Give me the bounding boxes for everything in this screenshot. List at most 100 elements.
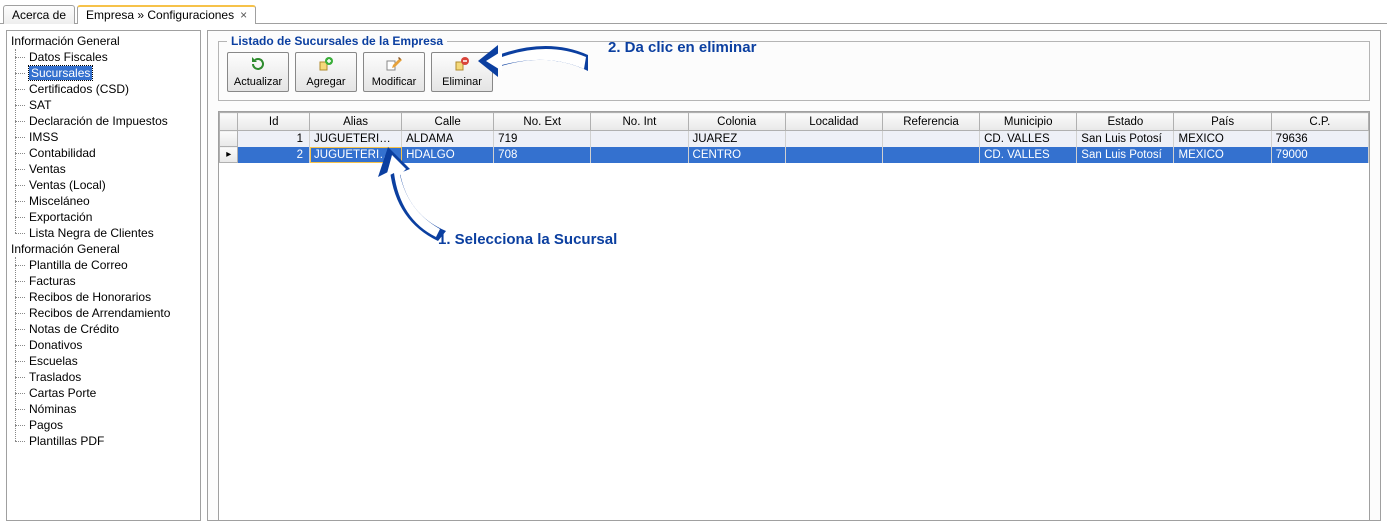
button-label: Eliminar (442, 76, 482, 88)
cell-pais[interactable]: MEXICO (1174, 147, 1271, 163)
cell-estado[interactable]: San Luis Potosí (1077, 147, 1174, 163)
col-header-estado[interactable]: Estado (1077, 113, 1174, 131)
cell-id[interactable]: 2 (238, 147, 310, 163)
col-header-municipio[interactable]: Municipio (980, 113, 1077, 131)
close-icon[interactable]: × (240, 8, 247, 22)
col-header-pa-s[interactable]: País (1174, 113, 1271, 131)
cell-calle[interactable]: ALDAMA (402, 131, 494, 147)
cell-id[interactable]: 1 (238, 131, 310, 147)
sidebar-item-sucursales[interactable]: Sucursales (7, 65, 200, 81)
sidebar-item-ventas-local-[interactable]: Ventas (Local) (7, 177, 200, 193)
cell-colonia[interactable]: JUAREZ (688, 131, 785, 147)
col-header-c-p-[interactable]: C.P. (1271, 113, 1368, 131)
sidebar-item-label: Recibos de Arrendamiento (29, 306, 170, 320)
col-header-colonia[interactable]: Colonia (688, 113, 785, 131)
col-header-referencia[interactable]: Referencia (882, 113, 979, 131)
sidebar-item-label: Traslados (29, 370, 81, 384)
sidebar-item-label: Donativos (29, 338, 82, 352)
sidebar-item-plantilla-de-correo[interactable]: Plantilla de Correo (7, 257, 200, 273)
sidebar-item-recibos-de-arrendamiento[interactable]: Recibos de Arrendamiento (7, 305, 200, 321)
col-header-localidad[interactable]: Localidad (785, 113, 882, 131)
col-header-no-ext[interactable]: No. Ext (494, 113, 591, 131)
sidebar-item-lista-negra-de-clientes[interactable]: Lista Negra de Clientes (7, 225, 200, 241)
cell-pais[interactable]: MEXICO (1174, 131, 1271, 147)
sidebar-item-donativos[interactable]: Donativos (7, 337, 200, 353)
sidebar-item-cartas-porte[interactable]: Cartas Porte (7, 385, 200, 401)
sidebar-item-label: Recibos de Honorarios (29, 290, 151, 304)
delete-icon (454, 56, 470, 75)
sidebar-item-exportaci-n[interactable]: Exportación (7, 209, 200, 225)
sidebar-item-imss[interactable]: IMSS (7, 129, 200, 145)
sidebar-item-n-minas[interactable]: Nóminas (7, 401, 200, 417)
sidebar-item-label: Plantilla de Correo (29, 258, 128, 272)
edit-button[interactable]: Modificar (363, 52, 425, 92)
cell-municipio[interactable]: CD. VALLES (980, 147, 1077, 163)
table-row[interactable]: 1JUGUETERIA LA...ALDAMA719 JUAREZ CD. VALL… (220, 131, 1369, 147)
group-title: Listado de Sucursales de la Empresa (227, 34, 447, 48)
cell-referencia[interactable] (882, 147, 979, 163)
sidebar-item-label: Datos Fiscales (29, 50, 108, 64)
sidebar-item-pagos[interactable]: Pagos (7, 417, 200, 433)
edit-icon (386, 56, 402, 75)
cell-cp[interactable]: 79636 (1271, 131, 1368, 147)
cell-referencia[interactable] (882, 131, 979, 147)
cell-noext[interactable]: 719 (494, 131, 591, 147)
sidebar-item-miscel-neo[interactable]: Misceláneo (7, 193, 200, 209)
table-row[interactable]: 2JUGUETERIA LA...HDALGO708 CENTRO CD. VALL… (220, 147, 1369, 163)
cell-colonia[interactable]: CENTRO (688, 147, 785, 163)
cell-calle[interactable]: HDALGO (402, 147, 494, 163)
sidebar-item-escuelas[interactable]: Escuelas (7, 353, 200, 369)
cell-estado[interactable]: San Luis Potosí (1077, 131, 1174, 147)
row-header-corner (220, 113, 238, 131)
sidebar-item-label: SAT (29, 98, 51, 112)
delete-button[interactable]: Eliminar (431, 52, 493, 92)
sidebar-item-facturas[interactable]: Facturas (7, 273, 200, 289)
cell-cp[interactable]: 79000 (1271, 147, 1368, 163)
sidebar-item-recibos-de-honorarios[interactable]: Recibos de Honorarios (7, 289, 200, 305)
tree-group-label[interactable]: Información General (7, 241, 200, 257)
sidebar-item-label: Misceláneo (29, 194, 90, 208)
cell-noext[interactable]: 708 (494, 147, 591, 163)
tab-empresa-configuraciones[interactable]: Empresa » Configuraciones × (77, 5, 256, 24)
groupbox-sucursales: Listado de Sucursales de la Empresa Actu… (218, 41, 1370, 101)
sidebar-item-label: Certificados (CSD) (29, 82, 129, 96)
sidebar-item-declaraci-n-de-impuestos[interactable]: Declaración de Impuestos (7, 113, 200, 129)
cell-noint[interactable] (591, 147, 688, 163)
toolbar: Actualizar Agregar Modificar (227, 52, 1361, 92)
sidebar-item-plantillas-pdf[interactable]: Plantillas PDF (7, 433, 200, 449)
sidebar-item-certificados-csd-[interactable]: Certificados (CSD) (7, 81, 200, 97)
sidebar-item-label: Ventas (29, 162, 66, 176)
row-header[interactable] (220, 147, 238, 163)
col-header-id[interactable]: Id (238, 113, 310, 131)
tab-acerca-de[interactable]: Acerca de (3, 5, 75, 24)
sidebar-item-label: Sucursales (29, 66, 92, 80)
sidebar-tree[interactable]: Información General Datos Fiscales Sucurs… (6, 30, 201, 521)
sidebar-item-datos-fiscales[interactable]: Datos Fiscales (7, 49, 200, 65)
cell-noint[interactable] (591, 131, 688, 147)
sucursales-grid[interactable]: IdAliasCalleNo. ExtNo. IntColoniaLocalid… (218, 111, 1370, 521)
sidebar-item-label: Facturas (29, 274, 76, 288)
col-header-alias[interactable]: Alias (310, 113, 402, 131)
refresh-icon (250, 56, 266, 75)
sidebar-item-contabilidad[interactable]: Contabilidad (7, 145, 200, 161)
add-button[interactable]: Agregar (295, 52, 357, 92)
row-header[interactable] (220, 131, 238, 147)
sidebar-item-ventas[interactable]: Ventas (7, 161, 200, 177)
sidebar-item-label: Contabilidad (29, 146, 96, 160)
refresh-button[interactable]: Actualizar (227, 52, 289, 92)
button-label: Agregar (306, 76, 345, 88)
cell-localidad[interactable] (785, 131, 882, 147)
button-label: Actualizar (234, 76, 282, 88)
cell-alias[interactable]: JUGUETERIA LA... (310, 147, 402, 163)
cell-municipio[interactable]: CD. VALLES (980, 131, 1077, 147)
cell-localidad[interactable] (785, 147, 882, 163)
sidebar-item-label: Exportación (29, 210, 92, 224)
sidebar-item-sat[interactable]: SAT (7, 97, 200, 113)
sidebar-item-notas-de-cr-dito[interactable]: Notas de Crédito (7, 321, 200, 337)
col-header-calle[interactable]: Calle (402, 113, 494, 131)
cell-alias[interactable]: JUGUETERIA LA... (310, 131, 402, 147)
tree-group-label[interactable]: Información General (7, 33, 200, 49)
col-header-no-int[interactable]: No. Int (591, 113, 688, 131)
main-panel: Listado de Sucursales de la Empresa Actu… (207, 30, 1381, 521)
sidebar-item-traslados[interactable]: Traslados (7, 369, 200, 385)
